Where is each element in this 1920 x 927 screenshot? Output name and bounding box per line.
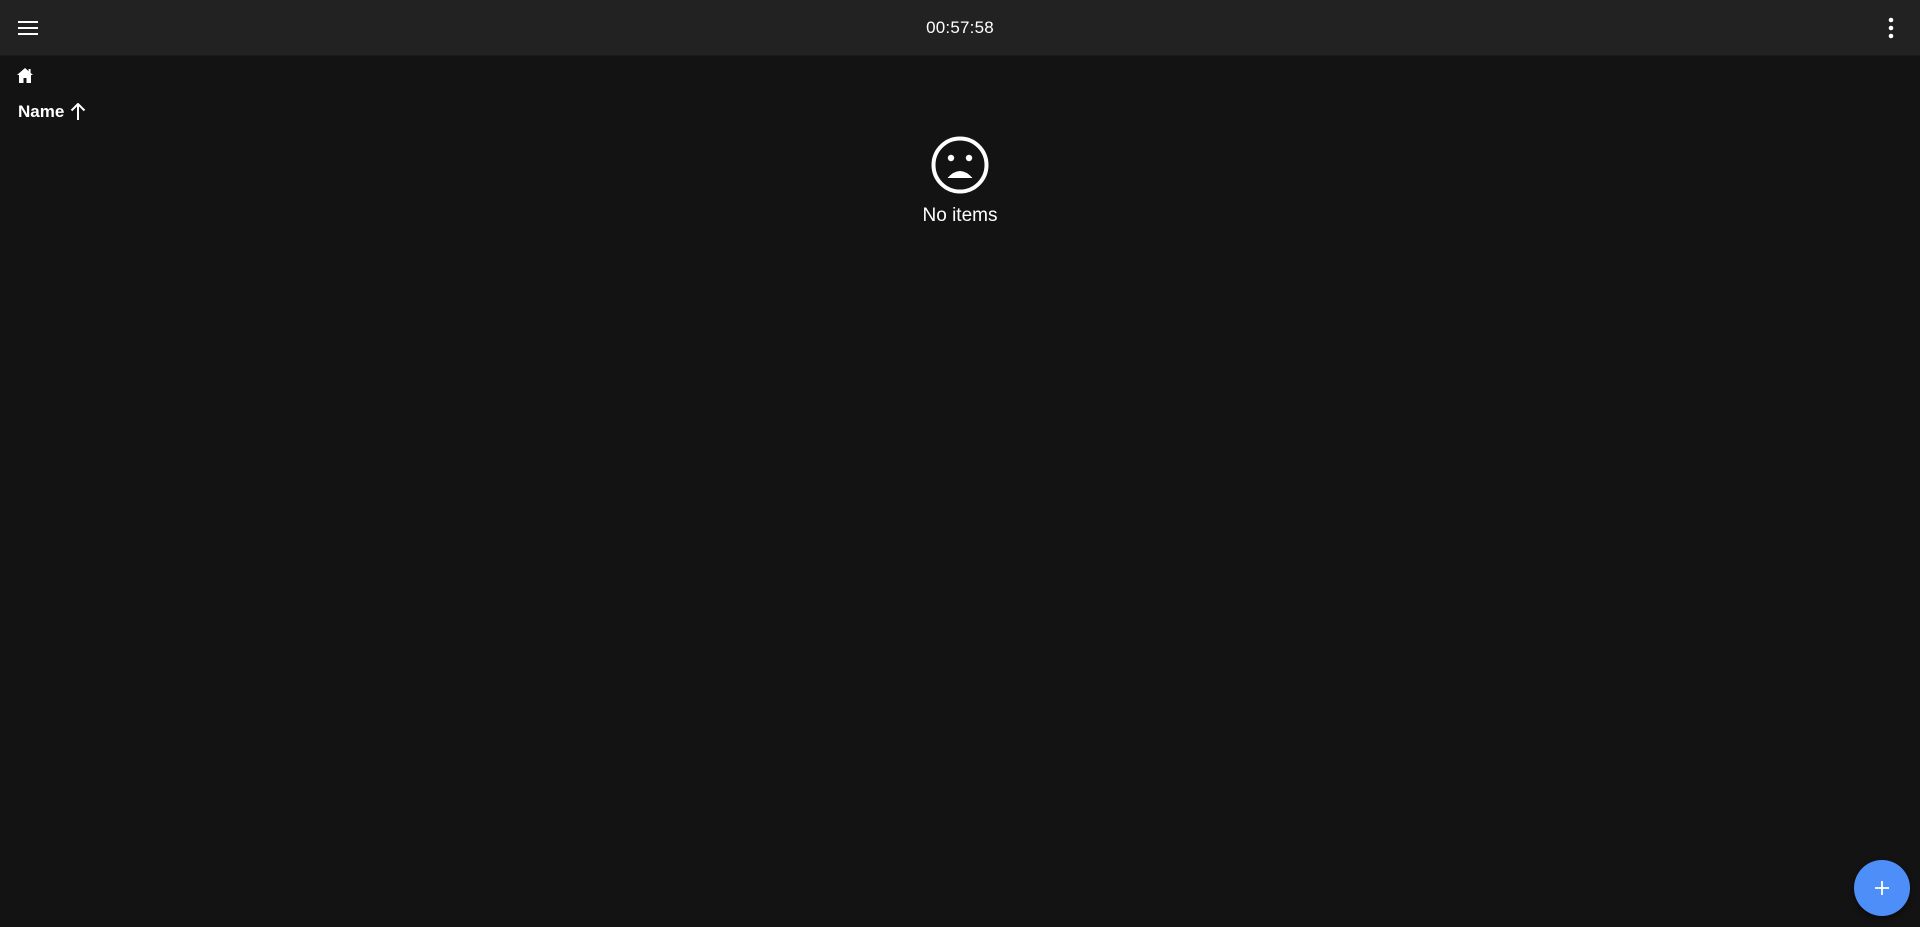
add-item-button[interactable] — [1854, 860, 1910, 916]
arrow-up-icon — [71, 103, 86, 120]
empty-state: No items — [0, 136, 1920, 227]
sort-label: Name — [18, 102, 65, 121]
top-app-bar: 00:57:58 — [0, 0, 1920, 56]
more-options-button[interactable] — [1871, 8, 1911, 48]
breadcrumb-home[interactable] — [14, 64, 36, 86]
home-icon — [17, 67, 33, 83]
empty-state-label: No items — [922, 205, 998, 226]
sort-by-name-header[interactable]: Name — [18, 101, 86, 123]
plus-icon — [1875, 881, 1889, 895]
sad-face-icon — [931, 136, 989, 194]
clock-display: 00:57:58 — [926, 18, 994, 37]
more-vert-icon — [1888, 17, 1894, 39]
